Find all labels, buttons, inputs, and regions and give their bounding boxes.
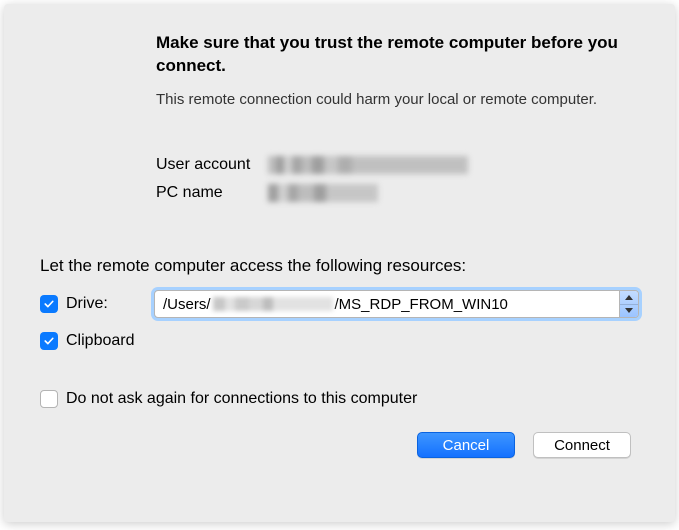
drive-path-redacted [213, 297, 333, 311]
drive-path-prefix: /Users/ [163, 296, 211, 313]
clipboard-label: Clipboard [66, 332, 134, 350]
dont-ask-checkbox[interactable] [40, 390, 58, 408]
access-resources-heading: Let the remote computer access the follo… [40, 256, 639, 276]
drive-option-row: Drive: /Users/ /MS_RDP_FROM_WIN10 [40, 290, 639, 318]
clipboard-option-row: Clipboard [40, 332, 639, 350]
connect-button[interactable]: Connect [533, 432, 631, 458]
pc-name-label: PC name [156, 184, 268, 202]
checkmark-icon [43, 335, 55, 347]
chevron-down-icon [625, 308, 633, 313]
clipboard-checkbox[interactable] [40, 332, 58, 350]
dialog-button-bar: Cancel Connect [40, 432, 639, 458]
user-account-value-redacted [268, 156, 468, 174]
trust-connection-dialog: Make sure that you trust the remote comp… [4, 4, 675, 522]
dialog-header: Make sure that you trust the remote comp… [156, 32, 619, 212]
drive-path-field[interactable]: /Users/ /MS_RDP_FROM_WIN10 [154, 290, 639, 318]
cancel-button[interactable]: Cancel [417, 432, 515, 458]
dont-ask-row: Do not ask again for connections to this… [40, 390, 639, 408]
drive-path-suffix: /MS_RDP_FROM_WIN10 [335, 296, 508, 313]
drive-checkbox[interactable] [40, 295, 58, 313]
chevron-up-icon [625, 295, 633, 300]
drive-label: Drive: [66, 295, 108, 313]
pc-name-value-redacted [268, 184, 378, 202]
dialog-subtitle: This remote connection could harm your l… [156, 90, 619, 110]
dont-ask-label: Do not ask again for connections to this… [66, 390, 417, 408]
stepper-down-button[interactable] [620, 305, 638, 318]
stepper-up-button[interactable] [620, 291, 638, 305]
dialog-title: Make sure that you trust the remote comp… [156, 32, 619, 78]
checkmark-icon [43, 298, 55, 310]
pc-name-row: PC name [156, 184, 619, 202]
user-account-row: User account [156, 156, 619, 174]
user-account-label: User account [156, 156, 268, 174]
drive-path-stepper [619, 291, 638, 317]
